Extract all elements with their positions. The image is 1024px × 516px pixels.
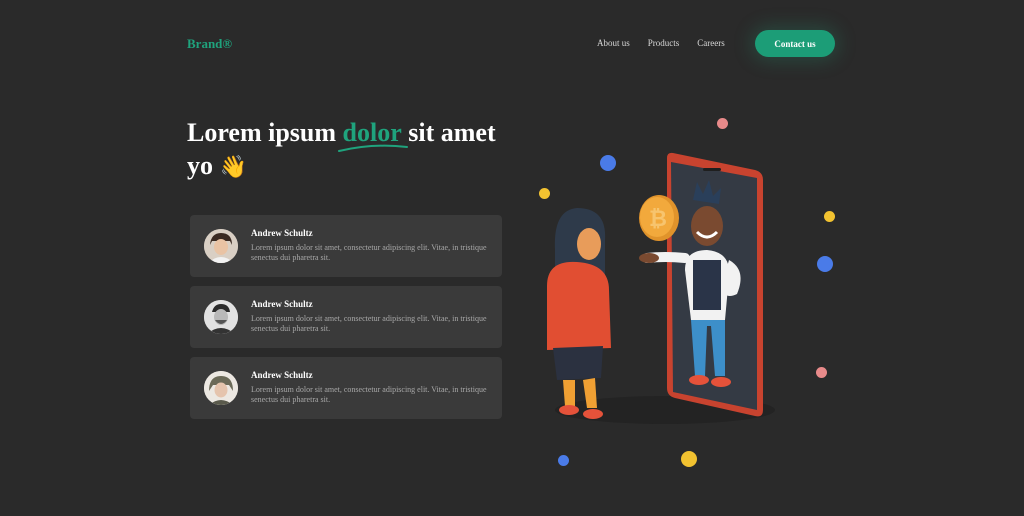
accent-underline-icon xyxy=(337,144,408,152)
avatar-portrait-icon xyxy=(204,371,238,405)
testimonial-text: Lorem ipsum dolor sit amet, consectetur … xyxy=(251,385,487,404)
woman-character-icon xyxy=(547,208,611,419)
testimonial-name: Andrew Schultz xyxy=(251,370,313,380)
brand-logo[interactable]: Brand® xyxy=(187,36,232,52)
hero-title: Lorem ipsum dolor sit amet yo 👋 xyxy=(187,116,517,184)
nav-link-products[interactable]: Products xyxy=(648,38,680,48)
testimonial-card: Andrew Schultz Lorem ipsum dolor sit ame… xyxy=(190,357,502,419)
avatar xyxy=(204,229,238,263)
avatar xyxy=(204,300,238,334)
hero-title-line2: yo xyxy=(187,151,213,180)
nav-links: About us Products Careers xyxy=(597,38,725,48)
nav-link-about[interactable]: About us xyxy=(597,38,630,48)
avatar-portrait-icon xyxy=(204,229,238,263)
hero-title-part1: Lorem ipsum xyxy=(187,118,343,147)
svg-text:₿: ₿ xyxy=(649,207,667,232)
testimonial-text: Lorem ipsum dolor sit amet, consectetur … xyxy=(251,243,487,262)
testimonial-name: Andrew Schultz xyxy=(251,299,313,309)
hero-title-accent: dolor xyxy=(337,118,408,152)
waving-hand-icon: 👋 xyxy=(219,155,247,180)
testimonial-text: Lorem ipsum dolor sit amet, consectetur … xyxy=(251,314,487,333)
avatar xyxy=(204,371,238,405)
top-nav: Brand® About us Products Careers Contact… xyxy=(0,0,1024,88)
avatar-portrait-icon xyxy=(204,300,238,334)
hero-illustration: ₿ xyxy=(547,152,775,424)
testimonial-name: Andrew Schultz xyxy=(251,228,313,238)
nav-link-careers[interactable]: Careers xyxy=(697,38,724,48)
testimonial-card: Andrew Schultz Lorem ipsum dolor sit ame… xyxy=(190,286,502,348)
testimonial-card: Andrew Schultz Lorem ipsum dolor sit ame… xyxy=(190,215,502,277)
bitcoin-coin-icon: ₿ xyxy=(639,195,679,241)
hero-title-part2: sit amet xyxy=(401,118,496,147)
contact-us-button[interactable]: Contact us xyxy=(755,30,835,57)
